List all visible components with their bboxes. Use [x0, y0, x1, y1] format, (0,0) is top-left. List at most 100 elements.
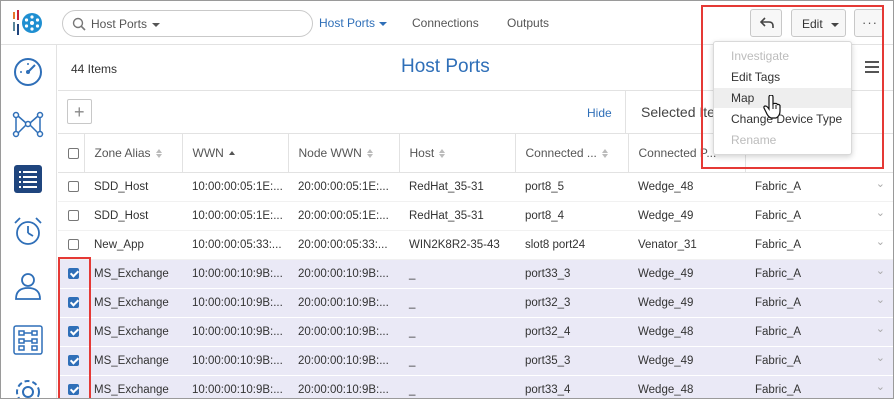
search-box[interactable]: Host Ports — [62, 10, 313, 37]
table-cell: Wedge_48 — [628, 317, 745, 347]
row-expand-button[interactable]: ⌄ — [876, 351, 885, 364]
list-icon[interactable] — [11, 162, 45, 196]
search-icon — [72, 17, 86, 31]
table-row[interactable]: MS_Exchange 10:00:00:10:9B:... 20:00:00:10… — [58, 259, 893, 289]
table-cell: Fabric_A ⌄ — [745, 230, 893, 260]
row-expand-button[interactable]: ⌄ — [876, 293, 885, 306]
table-cell: slot8 port24 — [515, 230, 628, 260]
table-cell: port8_5 — [515, 172, 628, 202]
row-expand-button[interactable]: ⌄ — [876, 322, 885, 335]
table-cell: MS_Exchange — [84, 317, 182, 347]
table-cell: port32_3 — [515, 288, 628, 318]
table-cell: _ — [399, 375, 515, 398]
table-row[interactable]: New_App 10:00:00:05:33:... 20:00:00:05:33:… — [58, 230, 893, 260]
table-cell: 10:00:00:05:33:... — [182, 230, 288, 260]
row-checkbox[interactable] — [68, 180, 79, 192]
table-row[interactable]: SDD_Host 10:00:00:05:1E:... 20:00:00:05:1E… — [58, 172, 893, 202]
table-cell: Wedge_49 — [628, 288, 745, 318]
row-select-cell — [58, 172, 84, 202]
alarm-icon[interactable] — [11, 215, 45, 249]
table-cell: Fabric_A ⌄ — [745, 288, 893, 318]
column-header-host[interactable]: Host — [399, 134, 516, 173]
table-cell: MS_Exchange — [84, 346, 182, 376]
app-logo-icon[interactable] — [11, 9, 45, 37]
table-cell: 20:00:00:05:33:... — [288, 230, 399, 260]
tab-outputs[interactable]: Outputs — [507, 16, 549, 30]
row-select-cell — [58, 230, 84, 260]
item-count: 44 Items — [71, 62, 118, 76]
user-icon[interactable] — [11, 269, 45, 303]
table-cell: 20:00:00:10:9B:... — [288, 346, 399, 376]
column-header-node-wwn[interactable]: Node WWN — [288, 134, 400, 173]
highlight-box-selected-checkboxes — [58, 257, 91, 398]
table-cell: port35_3 — [515, 346, 628, 376]
table-cell: 20:00:00:10:9B:... — [288, 288, 399, 318]
table-cell: Fabric_A ⌄ — [745, 375, 893, 398]
select-all-cell — [58, 134, 85, 173]
table-cell: Wedge_48 — [628, 375, 745, 398]
table-cell: 10:00:00:10:9B:... — [182, 259, 288, 289]
sort-icon — [155, 149, 162, 159]
page-title: Host Ports — [401, 56, 490, 77]
table-row[interactable]: SDD_Host 10:00:00:05:1E:... 20:00:00:05:1E… — [58, 201, 893, 231]
table-cell: 20:00:00:10:9B:... — [288, 317, 399, 347]
hide-link[interactable]: Hide — [587, 106, 612, 120]
column-header-connected-port[interactable]: Connected ... — [515, 134, 629, 173]
table-cell: Fabric_A ⌄ — [745, 172, 893, 202]
table-cell: Wedge_48 — [628, 172, 745, 202]
table-cell: 20:00:00:05:1E:... — [288, 201, 399, 231]
table-cell: port33_4 — [515, 375, 628, 398]
add-button[interactable]: + — [67, 99, 92, 124]
chevron-down-icon[interactable] — [152, 23, 160, 27]
left-nav — [1, 45, 57, 399]
tab-host-ports[interactable]: Host Ports — [319, 16, 375, 30]
row-expand-button[interactable]: ⌄ — [876, 380, 885, 393]
tab-connections[interactable]: Connections — [412, 16, 479, 30]
row-expand-button[interactable]: ⌄ — [876, 264, 885, 277]
sort-icon — [601, 149, 608, 159]
row-checkbox[interactable] — [68, 209, 79, 221]
table-row[interactable]: MS_Exchange 10:00:00:10:9B:... 20:00:00:10… — [58, 375, 893, 398]
table-cell: _ — [399, 346, 515, 376]
table-cell: RedHat_35-31 — [399, 172, 515, 202]
table-row[interactable]: MS_Exchange 10:00:00:10:9B:... 20:00:00:10… — [58, 317, 893, 347]
table-cell: 10:00:00:10:9B:... — [182, 288, 288, 318]
table-cell: SDD_Host — [84, 201, 182, 231]
table-cell: MS_Exchange — [84, 259, 182, 289]
table-cell: 10:00:00:05:1E:... — [182, 201, 288, 231]
search-input[interactable]: Host Ports — [91, 17, 147, 31]
table-row[interactable]: MS_Exchange 10:00:00:10:9B:... 20:00:00:10… — [58, 288, 893, 318]
chevron-down-icon[interactable] — [379, 22, 387, 26]
table-cell: _ — [399, 317, 515, 347]
topology-icon[interactable] — [11, 107, 45, 141]
table-cell: Wedge_49 — [628, 201, 745, 231]
table-cell: port32_4 — [515, 317, 628, 347]
select-all-checkbox[interactable] — [68, 148, 79, 160]
table-cell: _ — [399, 259, 515, 289]
table-cell: MS_Exchange — [84, 288, 182, 318]
table-cell: Fabric_A ⌄ — [745, 201, 893, 231]
table-cell: Venator_31 — [628, 230, 745, 260]
table-cell: 20:00:00:05:1E:... — [288, 172, 399, 202]
table-row[interactable]: MS_Exchange 10:00:00:10:9B:... 20:00:00:10… — [58, 346, 893, 376]
table-cell: port8_4 — [515, 201, 628, 231]
table-cell: Wedge_49 — [628, 259, 745, 289]
grid-icon[interactable] — [11, 323, 45, 357]
row-expand-button[interactable]: ⌄ — [876, 206, 885, 219]
column-header-zone-alias[interactable]: Zone Alias — [84, 134, 183, 173]
plus-icon: + — [74, 102, 85, 122]
table-cell: 10:00:00:10:9B:... — [182, 346, 288, 376]
table-cell: Wedge_49 — [628, 346, 745, 376]
table-cell: Fabric_A ⌄ — [745, 259, 893, 289]
app-window: Host Ports Host Ports Connections Output… — [0, 0, 894, 399]
table-cell: _ — [399, 288, 515, 318]
table-cell: 20:00:00:10:9B:... — [288, 259, 399, 289]
column-header-wwn[interactable]: WWN — [182, 134, 289, 173]
host-ports-table: Zone Alias WWN Node WWN Host Connected .… — [58, 134, 893, 398]
dashboard-icon[interactable] — [11, 55, 45, 89]
row-expand-button[interactable]: ⌄ — [876, 177, 885, 190]
settings-icon[interactable] — [11, 375, 45, 399]
table-cell: RedHat_35-31 — [399, 201, 515, 231]
row-checkbox[interactable] — [68, 238, 79, 250]
row-expand-button[interactable]: ⌄ — [876, 235, 885, 248]
